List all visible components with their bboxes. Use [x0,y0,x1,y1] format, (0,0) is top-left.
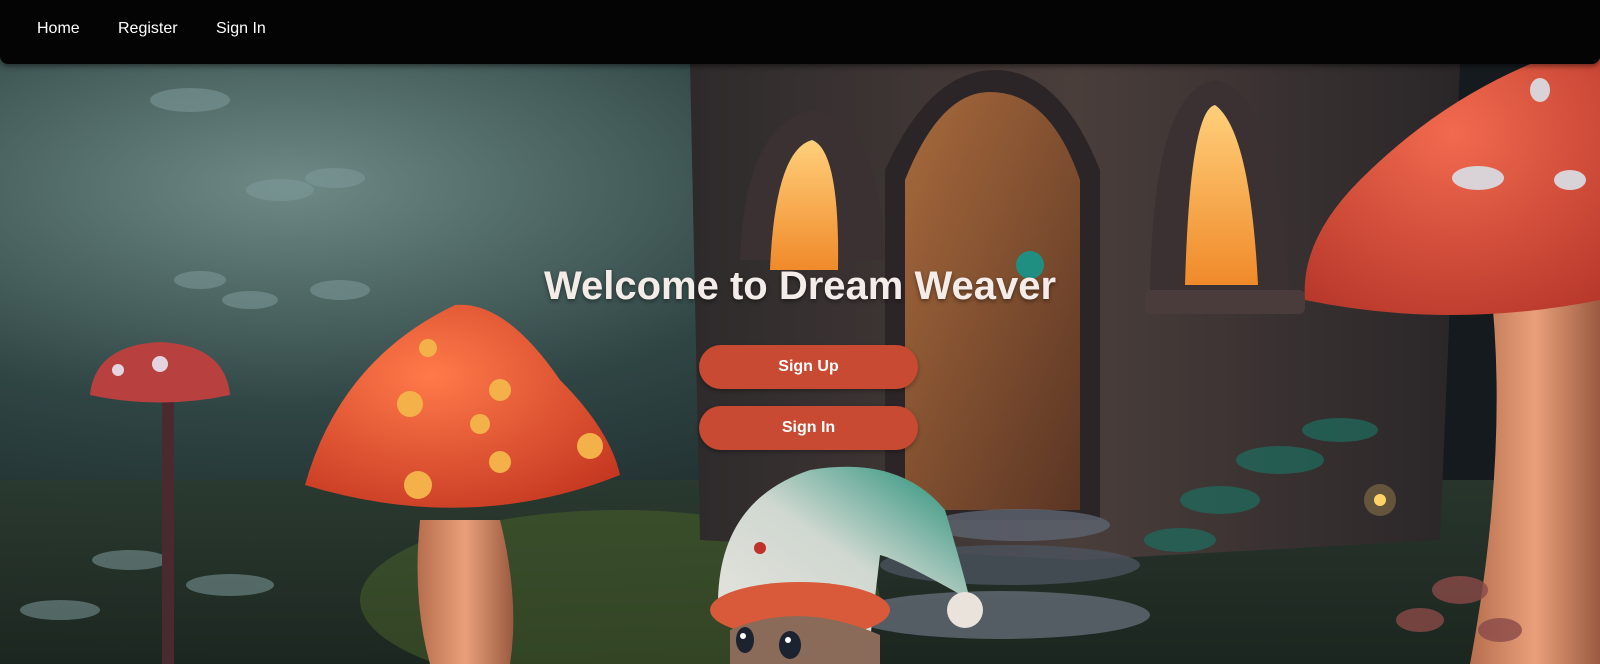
hero-title: Welcome to Dream Weaver [543,264,1057,308]
nav-link-register[interactable]: Register [118,19,178,39]
top-navbar: Home Register Sign In [0,0,1600,64]
nav-link-sign-in[interactable]: Sign In [216,19,266,39]
sign-up-button[interactable]: Sign Up [699,345,918,389]
sign-in-button[interactable]: Sign In [699,406,918,450]
nav-link-home[interactable]: Home [37,19,80,39]
background-image-fairy-forest [0,0,1600,664]
